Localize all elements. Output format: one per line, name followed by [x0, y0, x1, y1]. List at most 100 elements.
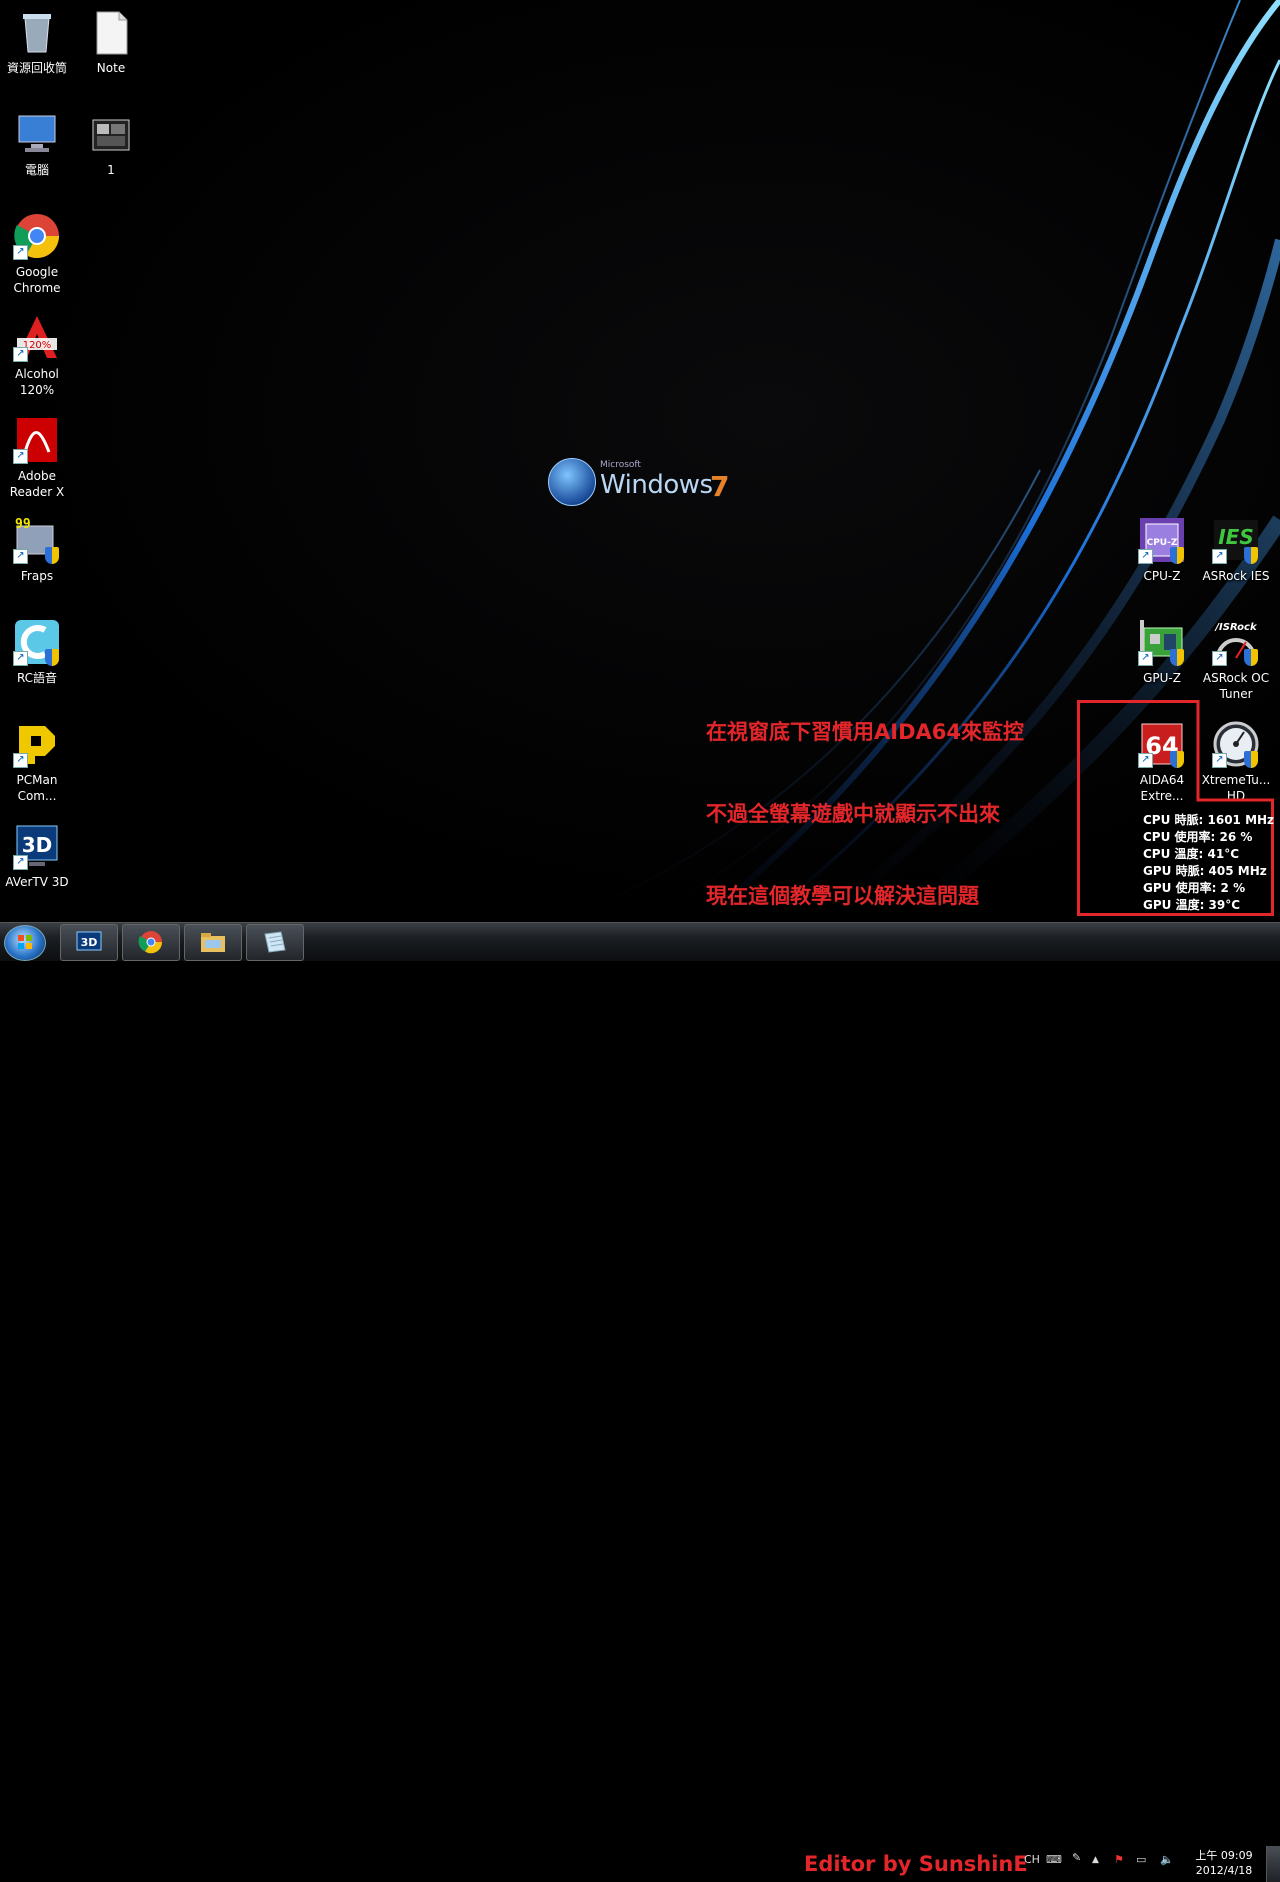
network-icon[interactable]: ▭ [1136, 1853, 1146, 1866]
ies-glyph-text: IES [1218, 525, 1254, 549]
microsoft-text: Microsoft [600, 460, 641, 470]
desktop-icon-label: PCMan Com... [16, 773, 58, 803]
pen-tool-icon[interactable]: ✎ [1072, 1851, 1081, 1864]
desktop-icon-asrock-ies[interactable]: IES ↗ ASRock IES [1199, 516, 1273, 584]
shortcut-arrow-icon: ↗ [1138, 651, 1153, 666]
desktop-icon-label: ASRock OC Tuner [1202, 671, 1270, 701]
shortcut-arrow-icon: ↗ [13, 549, 28, 564]
gpu-z-icon: ↗ [1138, 618, 1186, 666]
annotation-note-3: 現在這個教學可以解決這問題 [706, 884, 979, 908]
desktop-icon-label: Note [96, 61, 126, 75]
windows-flag-icon [548, 458, 596, 506]
computer-icon [13, 110, 61, 158]
shortcut-arrow-icon: ↗ [13, 449, 28, 464]
desktop-icon-label: Fraps [20, 569, 54, 583]
asrock-ies-icon: IES ↗ [1212, 516, 1260, 564]
desktop-icon-google-chrome[interactable]: ↗ Google Chrome [0, 212, 74, 296]
note-icon [264, 931, 286, 953]
shortcut-arrow-icon: ↗ [13, 753, 28, 768]
desktop-icon-recycle-bin[interactable]: 資源回收筒 [0, 8, 74, 76]
alcohol-120-icon: 120% ↗ [13, 314, 61, 362]
desktop-icon-alcohol-120[interactable]: 120% ↗ Alcohol 120% [0, 314, 74, 398]
desktop-icon-note[interactable]: Note [74, 8, 148, 76]
keyboard-icon[interactable]: ⌨ [1046, 1853, 1062, 1866]
desktop-icon-label: Alcohol 120% [15, 367, 59, 397]
desktop-icon-fraps[interactable]: 99 ↗ Fraps [0, 516, 74, 584]
editor-credit: Editor by SunshinE [804, 1852, 1028, 1876]
uac-shield-icon [1170, 547, 1184, 564]
start-button[interactable] [4, 925, 46, 961]
cpu-z-icon: CPU-Z ↗ [1138, 516, 1186, 564]
chrome-icon [138, 931, 163, 954]
google-chrome-icon: ↗ [13, 212, 61, 260]
windows7-wallpaper-logo: Microsoft Windows 7 [548, 456, 738, 508]
aida64-osd-panel: CPU 時脈: 1601 MHz CPU 使用率: 26 % CPU 溫度: 4… [1143, 812, 1274, 914]
annotation-note-2: 不過全螢幕遊戲中就顯示不出來 [706, 802, 1000, 826]
desktop-icon-adobe-reader[interactable]: ↗ Adobe Reader X [0, 416, 74, 500]
osd-cpu-clock: CPU 時脈: 1601 MHz [1143, 813, 1275, 827]
desktop-icon-label: CPU-Z [1143, 569, 1181, 583]
desktop-icon-avertv-3d[interactable]: 3D ↗ AVerTV 3D [0, 822, 74, 890]
desktop-icon-label: 1 [107, 163, 115, 177]
clock-time: 上午 09:09 [1195, 1849, 1253, 1862]
osd-gpu-usage: GPU 使用率: 2 % [1143, 881, 1246, 895]
taskbar-explorer-button[interactable] [184, 924, 242, 961]
asrock-glyph-text: /ISRock [1214, 622, 1258, 633]
desktop-icon-pcman[interactable]: ↗ PCMan Com... [0, 720, 74, 804]
shortcut-arrow-icon: ↗ [1138, 549, 1153, 564]
asrock-oc-tuner-icon: /ISRock ↗ [1212, 618, 1260, 666]
annotation-note-1: 在視窗底下習慣用AIDA64來監控 [706, 720, 1024, 744]
rc-voice-icon: ↗ [13, 618, 61, 666]
uac-shield-icon [1244, 649, 1258, 666]
desktop-icon-cpu-z[interactable]: CPU-Z ↗ CPU-Z [1125, 516, 1199, 584]
desktop-icon-label: Google Chrome [13, 265, 61, 295]
pcman-icon: ↗ [13, 720, 61, 768]
osd-gpu-temp: GPU 溫度: 39°C [1143, 898, 1241, 912]
recycle-bin-icon [13, 8, 61, 56]
desktop-icon-folder-1[interactable]: 1 [74, 110, 148, 178]
windows-flag-icon [18, 935, 32, 949]
taskbar-chrome-button[interactable] [122, 924, 180, 961]
desktop-icon-label: 電腦 [24, 163, 49, 177]
avertv-glyph-text: 3D [22, 833, 53, 857]
desktop-icon-label: AVerTV 3D [5, 875, 69, 889]
volume-icon[interactable]: 🔈 [1160, 1853, 1174, 1866]
folder-1-icon [87, 110, 135, 158]
avertv-3d-icon: 3D ↗ [13, 822, 61, 870]
shortcut-arrow-icon: ↗ [13, 245, 28, 260]
desktop-icon-computer[interactable]: 電腦 [0, 110, 74, 178]
action-center-flag-icon[interactable]: ⚑ [1114, 1853, 1124, 1866]
desktop-icon-label: ASRock IES [1202, 569, 1270, 583]
shortcut-arrow-icon: ↗ [1212, 549, 1227, 564]
taskbar-note-button[interactable] [246, 924, 304, 961]
taskbar-clock[interactable]: 上午 09:09 2012/4/18 [1190, 1848, 1258, 1878]
desktop-icon-label: GPU-Z [1143, 671, 1181, 685]
input-language-indicator[interactable]: CH [1024, 1853, 1040, 1866]
avertv-glyph-text: 3D [81, 936, 98, 949]
shortcut-arrow-icon: ↗ [13, 855, 28, 870]
osd-cpu-temp: CPU 溫度: 41°C [1143, 847, 1240, 861]
fraps-glyph-text: 99 [15, 517, 31, 532]
desktop-icon-label: Adobe Reader X [9, 469, 65, 499]
shortcut-arrow-icon: ↗ [13, 651, 28, 666]
desktop[interactable]: Microsoft Windows 7 資源回收筒 Note 電腦 1 ↗ Go… [0, 0, 1280, 922]
taskbar-avertv-button[interactable]: 3D [60, 924, 118, 961]
osd-gpu-clock: GPU 時脈: 405 MHz [1143, 864, 1267, 878]
note-file-icon [87, 8, 135, 56]
fraps-icon: 99 ↗ [13, 516, 61, 564]
shortcut-arrow-icon: ↗ [1212, 651, 1227, 666]
show-hidden-icons-button[interactable]: ▲ [1092, 1855, 1099, 1865]
desktop-icon-label: RC語音 [16, 671, 58, 685]
desktop-icon-label: 資源回收筒 [6, 61, 67, 75]
adobe-reader-icon: ↗ [13, 416, 61, 464]
osd-cpu-usage: CPU 使用率: 26 % [1143, 830, 1253, 844]
explorer-icon [201, 933, 225, 952]
clock-date: 2012/4/18 [1195, 1864, 1253, 1877]
desktop-icon-gpu-z[interactable]: ↗ GPU-Z [1125, 618, 1199, 686]
uac-shield-icon [1244, 547, 1258, 564]
uac-shield-icon [1170, 649, 1184, 666]
desktop-icon-asrock-oc-tuner[interactable]: /ISRock ↗ ASRock OC Tuner [1199, 618, 1273, 702]
avertv-3d-icon: 3D [76, 931, 102, 951]
show-desktop-button[interactable] [1266, 1846, 1280, 1882]
desktop-icon-rc-voice[interactable]: ↗ RC語音 [0, 618, 74, 686]
